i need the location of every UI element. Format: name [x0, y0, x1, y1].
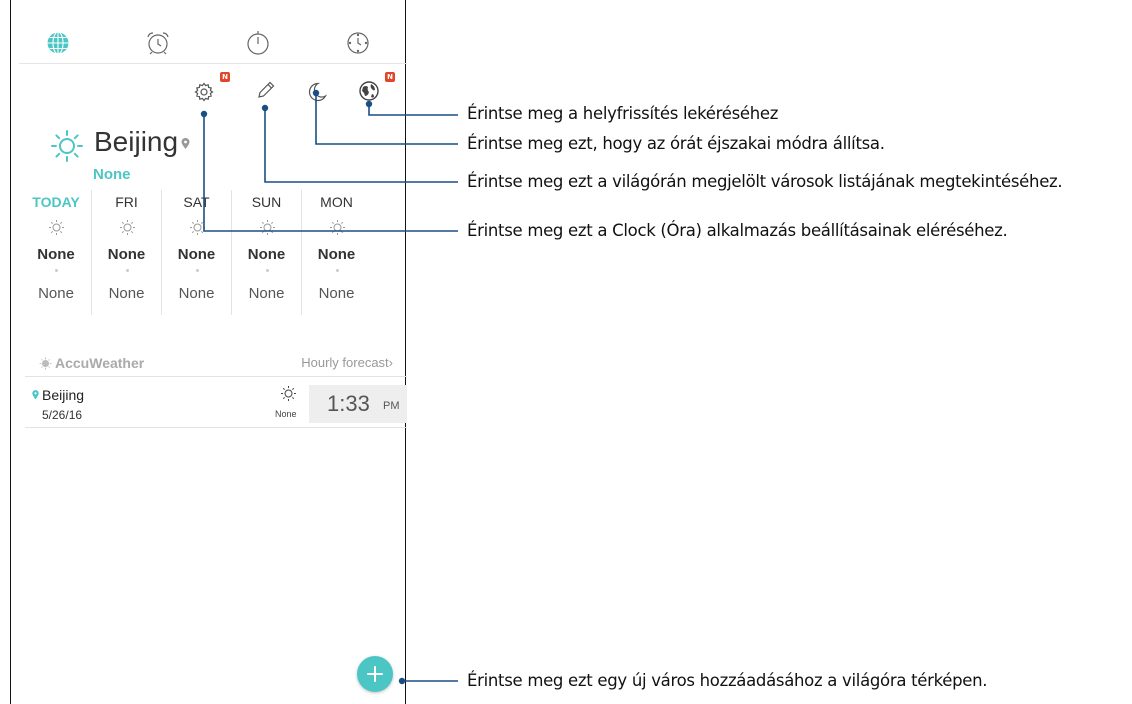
forecast-day-name: MON [320, 194, 353, 210]
world-clock-ampm: PM [383, 400, 400, 412]
current-condition: None [93, 166, 131, 183]
sun-icon [330, 220, 345, 235]
world-clock-time-box: 1:33 PM [309, 385, 407, 423]
add-city-button[interactable] [357, 656, 393, 692]
forecast-high: None [107, 246, 146, 263]
forecast-divider-dot [126, 269, 129, 272]
forecast-day: SAT None None [161, 190, 231, 315]
night-mode-button[interactable] [306, 81, 328, 103]
location-pin-icon [32, 390, 39, 400]
hourly-forecast-label: Hourly forecast [301, 355, 389, 370]
world-clock-condition: None [275, 409, 297, 419]
forecast-strip: TODAY None None FRI None None SAT None N… [21, 190, 407, 315]
forecast-high: None [37, 246, 75, 263]
location-new-badge: N [385, 72, 395, 82]
accuweather-logo-icon [39, 357, 52, 370]
forecast-low: None [248, 285, 285, 302]
timer-icon [347, 32, 369, 54]
refresh-location-button[interactable] [358, 80, 380, 102]
globe-icon [46, 31, 70, 55]
location-pin-icon [181, 138, 190, 149]
callout-refresh-location: Érintse meg a helyfrissítés lekéréséhez [467, 104, 779, 123]
forecast-divider-dot [266, 269, 269, 272]
forecast-day-name: TODAY [32, 194, 80, 210]
settings-button[interactable] [193, 81, 215, 103]
forecast-day: SUN None None [231, 190, 301, 315]
sun-icon [120, 220, 135, 235]
hourly-forecast-link[interactable]: Hourly forecast› [301, 355, 393, 370]
callout-night-mode: Érintse meg ezt, hogy az órát éjszakai m… [467, 134, 885, 153]
world-clock-time: 1:33 [327, 391, 370, 416]
globe-locate-icon [359, 81, 379, 101]
tab-bar [19, 22, 407, 64]
sun-icon [281, 386, 296, 401]
stopwatch-icon [247, 31, 269, 55]
tab-alarm[interactable] [145, 30, 171, 56]
forecast-day-name: SUN [251, 194, 282, 210]
world-clock-city: Beijing [42, 387, 85, 403]
forecast-day: TODAY None None [21, 190, 91, 315]
forecast-high: None [177, 246, 216, 263]
forecast-low: None [108, 285, 145, 302]
callout-add-city: Érintse meg ezt egy új város hozzáadásáh… [467, 671, 988, 690]
current-city-name: Beijing [94, 126, 179, 157]
forecast-high: None [317, 246, 356, 263]
world-clock-date: 5/26/16 [42, 408, 83, 422]
gear-icon [194, 82, 214, 102]
sun-icon [51, 130, 83, 162]
forecast-day: MON None None [301, 190, 371, 315]
forecast-divider-dot [196, 269, 199, 272]
accuweather-logo: AccuWeather [55, 355, 145, 371]
sun-icon [49, 220, 64, 235]
callout-city-list: Érintse meg ezt a világórán megjelölt vá… [467, 172, 1063, 191]
plus-icon [367, 666, 383, 682]
alarm-clock-icon [147, 32, 169, 55]
chevron-right-icon: › [388, 355, 393, 370]
forecast-low: None [318, 285, 355, 302]
sun-icon [260, 220, 275, 235]
settings-new-badge: N [220, 72, 230, 82]
forecast-day: FRI None None [91, 190, 161, 315]
edit-cities-button[interactable] [255, 79, 277, 101]
moon-icon [308, 82, 328, 102]
forecast-high: None [247, 246, 286, 263]
forecast-day-name: SAT [183, 194, 210, 210]
world-clock-row[interactable]: Beijing 5/26/16 None 1:33 PM [25, 376, 407, 428]
tab-world-clock[interactable] [45, 30, 71, 56]
callout-settings: Érintse meg ezt a Clock (Óra) alkalmazás… [467, 221, 1008, 240]
forecast-divider-dot [336, 269, 339, 272]
forecast-low: None [38, 285, 74, 302]
forecast-low: None [178, 285, 215, 302]
clock-app-screen: N N Beijing None TODAY None None FRI Non… [10, 0, 407, 704]
tab-stopwatch[interactable] [245, 30, 271, 56]
pencil-icon [258, 81, 275, 98]
tab-timer[interactable] [345, 30, 371, 56]
sun-icon [190, 220, 205, 235]
forecast-divider-dot [55, 269, 58, 272]
forecast-day-name: FRI [115, 194, 138, 210]
